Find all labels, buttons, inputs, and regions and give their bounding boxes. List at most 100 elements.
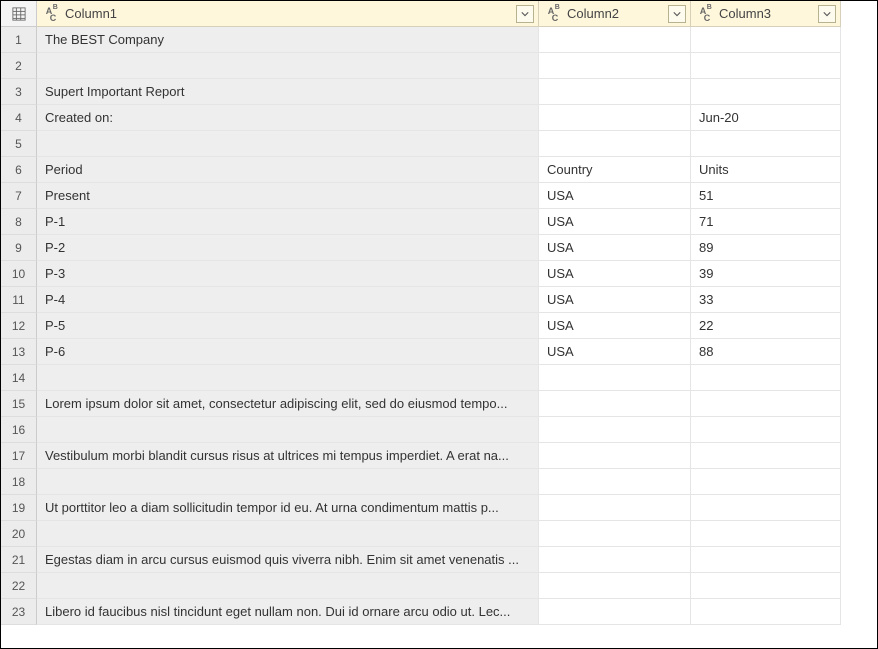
row-header[interactable]: 14 — [1, 365, 37, 391]
data-cell[interactable] — [691, 391, 841, 417]
data-cell[interactable]: Libero id faucibus nisl tincidunt eget n… — [37, 599, 539, 625]
data-cell[interactable] — [37, 365, 539, 391]
row-header[interactable]: 2 — [1, 53, 37, 79]
data-cell[interactable]: Units — [691, 157, 841, 183]
datatype-text-icon[interactable]: ABC — [43, 5, 61, 23]
data-cell[interactable] — [539, 443, 691, 469]
data-cell[interactable]: Vestibulum morbi blandit cursus risus at… — [37, 443, 539, 469]
data-cell[interactable] — [37, 573, 539, 599]
data-cell[interactable] — [539, 53, 691, 79]
data-cell[interactable] — [691, 131, 841, 157]
data-cell[interactable]: Period — [37, 157, 539, 183]
row-header[interactable]: 20 — [1, 521, 37, 547]
data-cell[interactable]: 71 — [691, 209, 841, 235]
data-cell[interactable]: P-3 — [37, 261, 539, 287]
row-header[interactable]: 4 — [1, 105, 37, 131]
data-cell[interactable] — [691, 79, 841, 105]
data-cell[interactable]: USA — [539, 235, 691, 261]
row-header[interactable]: 22 — [1, 573, 37, 599]
data-cell[interactable]: USA — [539, 209, 691, 235]
data-cell[interactable] — [37, 469, 539, 495]
data-cell[interactable]: USA — [539, 261, 691, 287]
data-cell[interactable] — [37, 53, 539, 79]
data-cell[interactable] — [539, 105, 691, 131]
row-header[interactable]: 7 — [1, 183, 37, 209]
column-header[interactable]: ABCColumn1 — [37, 1, 539, 27]
data-cell[interactable] — [691, 495, 841, 521]
data-cell[interactable]: Lorem ipsum dolor sit amet, consectetur … — [37, 391, 539, 417]
data-cell[interactable]: Egestas diam in arcu cursus euismod quis… — [37, 547, 539, 573]
row-header[interactable]: 9 — [1, 235, 37, 261]
data-cell[interactable] — [539, 599, 691, 625]
data-cell[interactable] — [691, 27, 841, 53]
column-header[interactable]: ABCColumn3 — [691, 1, 841, 27]
row-header[interactable]: 1 — [1, 27, 37, 53]
select-all-corner[interactable] — [1, 1, 37, 27]
data-cell[interactable]: P-4 — [37, 287, 539, 313]
row-header[interactable]: 3 — [1, 79, 37, 105]
data-cell[interactable]: 89 — [691, 235, 841, 261]
column-filter-dropdown[interactable] — [818, 5, 836, 23]
data-cell[interactable] — [691, 547, 841, 573]
row-header[interactable]: 10 — [1, 261, 37, 287]
data-cell[interactable]: Ut porttitor leo a diam sollicitudin tem… — [37, 495, 539, 521]
data-cell[interactable]: Country — [539, 157, 691, 183]
data-cell[interactable]: 33 — [691, 287, 841, 313]
data-cell[interactable] — [539, 417, 691, 443]
data-cell[interactable] — [539, 131, 691, 157]
data-cell[interactable] — [691, 521, 841, 547]
row-header[interactable]: 11 — [1, 287, 37, 313]
data-cell[interactable] — [539, 79, 691, 105]
column-filter-dropdown[interactable] — [668, 5, 686, 23]
data-cell[interactable] — [691, 573, 841, 599]
data-cell[interactable]: Jun-20 — [691, 105, 841, 131]
data-cell[interactable] — [539, 495, 691, 521]
data-cell[interactable] — [539, 521, 691, 547]
data-cell[interactable] — [37, 521, 539, 547]
row-header[interactable]: 23 — [1, 599, 37, 625]
column-header[interactable]: ABCColumn2 — [539, 1, 691, 27]
row-header[interactable]: 6 — [1, 157, 37, 183]
data-cell[interactable] — [539, 547, 691, 573]
data-cell[interactable]: USA — [539, 183, 691, 209]
data-cell[interactable] — [539, 573, 691, 599]
row-header[interactable]: 17 — [1, 443, 37, 469]
data-cell[interactable] — [691, 443, 841, 469]
data-cell[interactable]: 88 — [691, 339, 841, 365]
row-header[interactable]: 18 — [1, 469, 37, 495]
data-cell[interactable] — [691, 469, 841, 495]
data-cell[interactable]: Created on: — [37, 105, 539, 131]
data-cell[interactable]: 39 — [691, 261, 841, 287]
data-cell[interactable] — [539, 365, 691, 391]
data-cell[interactable]: USA — [539, 287, 691, 313]
data-cell[interactable] — [37, 131, 539, 157]
datatype-text-icon[interactable]: ABC — [697, 5, 715, 23]
datatype-text-icon[interactable]: ABC — [545, 5, 563, 23]
data-cell[interactable]: The BEST Company — [37, 27, 539, 53]
data-cell[interactable]: P-1 — [37, 209, 539, 235]
row-header[interactable]: 8 — [1, 209, 37, 235]
data-cell[interactable] — [691, 417, 841, 443]
data-cell[interactable]: Supert Important Report — [37, 79, 539, 105]
data-cell[interactable] — [37, 417, 539, 443]
row-header[interactable]: 15 — [1, 391, 37, 417]
data-cell[interactable]: 22 — [691, 313, 841, 339]
data-cell[interactable]: P-6 — [37, 339, 539, 365]
column-filter-dropdown[interactable] — [516, 5, 534, 23]
data-cell[interactable] — [691, 365, 841, 391]
row-header[interactable]: 5 — [1, 131, 37, 157]
row-header[interactable]: 21 — [1, 547, 37, 573]
data-cell[interactable] — [539, 27, 691, 53]
data-cell[interactable]: P-5 — [37, 313, 539, 339]
data-cell[interactable] — [691, 599, 841, 625]
data-cell[interactable]: Present — [37, 183, 539, 209]
data-cell[interactable]: USA — [539, 313, 691, 339]
data-cell[interactable]: 51 — [691, 183, 841, 209]
data-cell[interactable]: USA — [539, 339, 691, 365]
row-header[interactable]: 12 — [1, 313, 37, 339]
data-cell[interactable] — [539, 391, 691, 417]
data-cell[interactable]: P-2 — [37, 235, 539, 261]
data-cell[interactable] — [691, 53, 841, 79]
data-cell[interactable] — [539, 469, 691, 495]
row-header[interactable]: 19 — [1, 495, 37, 521]
